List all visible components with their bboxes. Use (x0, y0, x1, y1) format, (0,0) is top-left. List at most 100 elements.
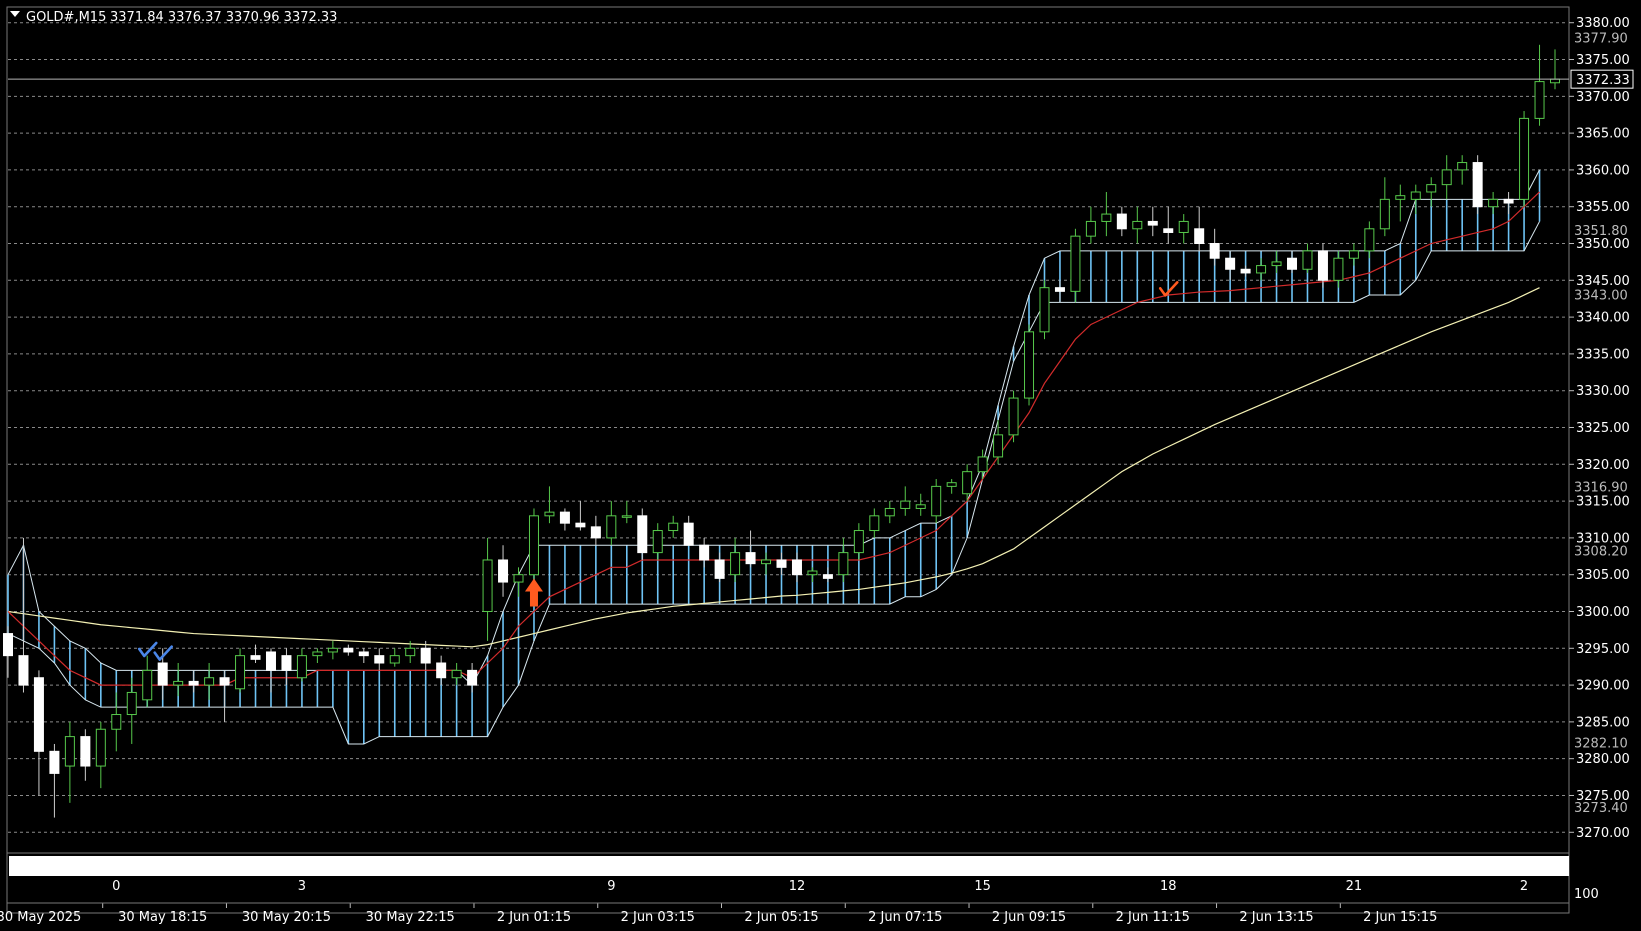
candle-body-bear (1225, 257, 1236, 270)
candle-body-bear (18, 655, 29, 686)
bar-counter-label: 12 (789, 879, 806, 894)
candle-body-bull (761, 559, 772, 565)
indicator-subpanel (7, 852, 1569, 876)
candle-body-bear (49, 750, 60, 774)
candle-body-bull (451, 669, 462, 679)
candle-body-bull (1348, 250, 1359, 259)
candle (1008, 390, 1019, 443)
candle-body-bear (745, 552, 756, 565)
price-tick-label: 3285.00 (1576, 715, 1630, 730)
price-tick-label: 3350.00 (1576, 237, 1630, 252)
candle-body-bear (188, 680, 199, 686)
candle-body-bull (853, 530, 864, 554)
chart-background (0, 0, 1641, 931)
time-label: 2 Jun 09:15 (992, 910, 1066, 925)
price-tick-label: 3300.00 (1576, 605, 1630, 620)
candle-body-bull (1364, 228, 1375, 252)
price-tick-label: 3305.00 (1576, 568, 1630, 583)
candle-body-bear (559, 511, 570, 524)
candle-body-bear (1147, 220, 1158, 226)
price-level-label: 3308.20 (1574, 545, 1628, 560)
candle-body-bull (1441, 169, 1452, 186)
candle-body-bull (1534, 81, 1545, 119)
candle-body-bull (482, 559, 493, 612)
candle-body-bull (668, 522, 679, 532)
time-label: 2 Jun 01:15 (497, 910, 571, 925)
candle-body-bear (420, 647, 431, 664)
candle (1472, 155, 1483, 215)
candle-body-bull (111, 714, 122, 730)
candle-body-bear (637, 515, 648, 554)
price-tick-label: 3355.00 (1576, 200, 1630, 215)
price-tick-label: 3290.00 (1576, 679, 1630, 694)
price-level-label: 3282.10 (1574, 737, 1628, 752)
price-tick-label: 3340.00 (1576, 311, 1630, 326)
candle (1519, 111, 1530, 207)
candle-body-bull (405, 647, 416, 657)
candle-body-bull (1395, 195, 1406, 200)
time-label: 2 Jun 13:15 (1239, 910, 1313, 925)
price-tick-label: 3360.00 (1576, 163, 1630, 178)
candle-body-bear (590, 526, 601, 539)
price-level-label: 3316.90 (1574, 481, 1628, 496)
candle-body-bull (296, 655, 307, 679)
symbol-timeframe: GOLD#,M15 (26, 10, 106, 25)
candle-body-bear (467, 669, 478, 686)
chart-header: GOLD#,M15 3371.84 3376.37 3370.96 3372.3… (10, 10, 337, 25)
candle-body-bull (606, 515, 617, 539)
ohlc-values: 3371.84 3376.37 3370.96 3372.33 (110, 10, 337, 25)
candle-body-bull (389, 655, 400, 664)
candle-body-bear (1194, 228, 1205, 245)
candle-body-bear (1209, 243, 1220, 259)
candle-body-bull (64, 736, 75, 767)
candle-body-bull (838, 552, 849, 576)
candle-body-bear (343, 647, 354, 653)
candle-body-bear (822, 574, 833, 579)
candle-body-bull (807, 570, 818, 576)
candle-body-bear (1116, 213, 1127, 230)
subpanel-white-band (9, 856, 1569, 876)
candle-body-bull (1178, 220, 1189, 233)
candle-body-bull (1519, 117, 1530, 200)
bar-counter-label: 21 (1346, 879, 1363, 894)
candle-body-bear (157, 662, 168, 686)
bar-counter-label: 18 (1160, 879, 1177, 894)
bar-counter-label: 3 (298, 879, 306, 894)
candle (637, 508, 648, 560)
candle-body-bull (977, 456, 988, 473)
candle-body-bull (621, 515, 632, 518)
candle-body-bull (1488, 198, 1499, 208)
price-tick-label: 3320.00 (1576, 458, 1630, 473)
candle-body-bull (1271, 261, 1282, 267)
time-label: 30 May 2025 (0, 910, 81, 925)
candle-body-bear (1054, 287, 1065, 292)
current-price-label: 3372.33 (1576, 73, 1630, 88)
price-tick-label: 3365.00 (1576, 127, 1630, 142)
time-label: 2 Jun 05:15 (744, 910, 818, 925)
candle-body-bear (33, 677, 44, 752)
candle-body-bear (80, 736, 91, 767)
candle-body-bear (498, 559, 509, 583)
candle-body-bear (1163, 228, 1174, 233)
time-label: 30 May 18:15 (118, 910, 207, 925)
candle-body-bull (1379, 198, 1390, 230)
candle-body-bull (1039, 287, 1050, 333)
candle (1024, 324, 1035, 406)
candle-body-bull (528, 515, 539, 576)
candle-body-bear (281, 655, 292, 671)
candle-body-bull (1333, 257, 1344, 281)
candle-body-bull (869, 515, 880, 532)
candle-body-bull (327, 647, 338, 653)
time-label: 2 Jun 03:15 (621, 910, 695, 925)
price-tick-label: 3310.00 (1576, 531, 1630, 546)
trading-chart[interactable]: 3377.903351.803343.003316.903308.203282.… (0, 0, 1641, 931)
candle-body-bull (915, 504, 926, 509)
candle-body-bull (931, 485, 942, 517)
candle (1039, 280, 1050, 340)
candle-body-bull (1550, 78, 1560, 84)
candle-body-bull (204, 677, 215, 686)
price-tick-label: 3325.00 (1576, 421, 1630, 436)
candle-body-bear (699, 544, 710, 561)
candle-body-bull (235, 655, 246, 690)
candle-body-bull (1008, 397, 1019, 436)
